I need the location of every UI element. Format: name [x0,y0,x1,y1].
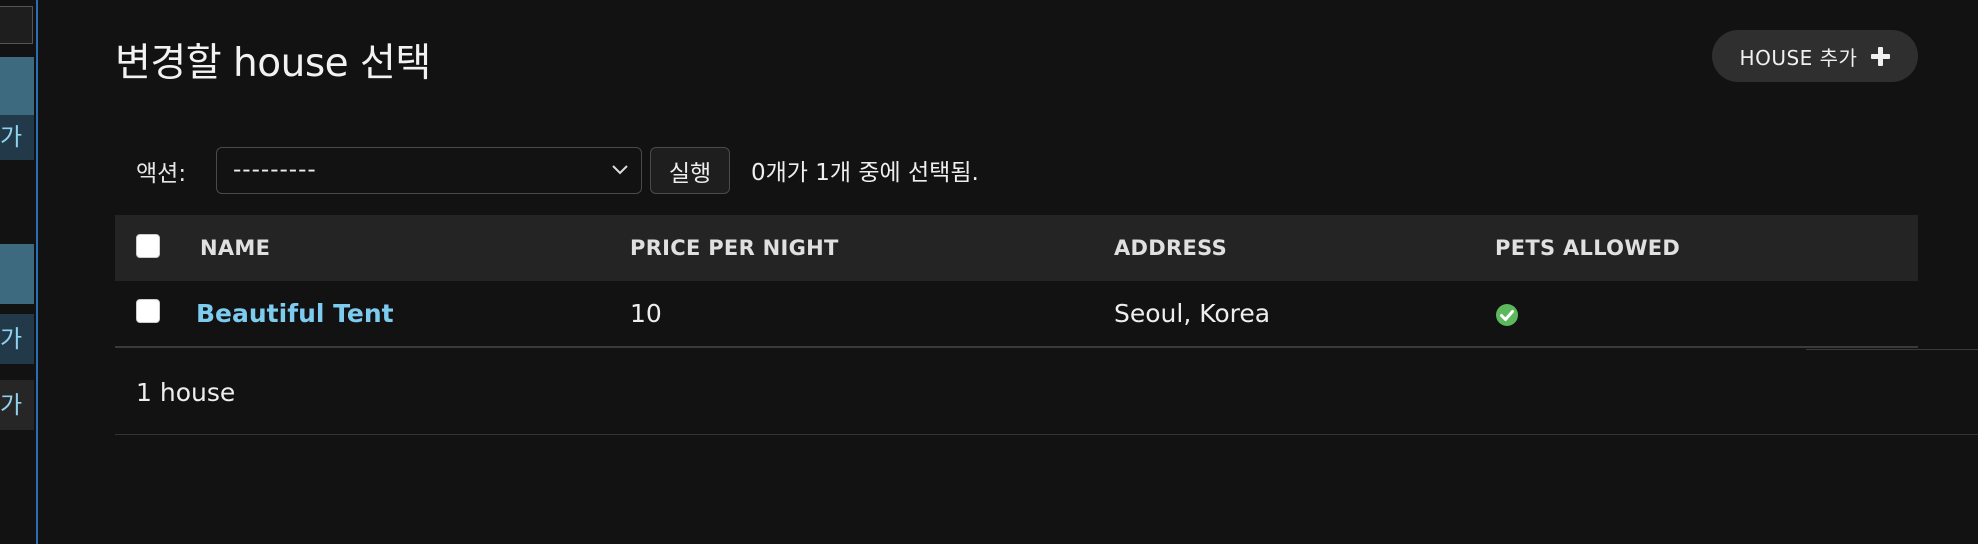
sidebar-filter-box[interactable] [0,6,33,44]
plus-icon [1871,46,1891,66]
select-all-cell [115,215,190,281]
column-header-price[interactable]: PRICE PER NIGHT [630,215,1114,281]
go-button-label: 실행 [668,160,712,187]
page-title: 변경할 house 선택 [115,41,431,86]
chevron-down-icon [612,165,628,175]
row-divider [1806,349,1978,350]
select-all-checkbox[interactable] [136,233,160,258]
action-select[interactable]: --------- [216,147,642,194]
address-cell: Seoul, Korea [1114,299,1271,328]
add-house-button[interactable]: HOUSE 추가 [1712,30,1918,82]
bottom-divider [115,434,1978,435]
sidebar-item-label: 가 [0,391,23,419]
sidebar-item-add-1[interactable]: 가 [0,115,34,160]
yes-icon [1496,304,1518,326]
sidebar-item-label: 가 [0,325,23,353]
selection-counter: 0개가 1개 중에 선택됨. [751,160,979,186]
column-header-address[interactable]: ADDRESS [1114,215,1495,281]
actions-label: 액션: [136,161,187,187]
sidebar-highlight-2 [0,244,34,304]
results-table: NAME PRICE PER NIGHT ADDRESS PETS ALLOWE… [115,215,1918,348]
sidebar: 가 가 가 [0,0,38,544]
sidebar-highlight [0,57,34,115]
name-cell: Beautiful Tent [190,281,630,347]
pets-allowed-cell [1495,281,1918,347]
table-row: Beautiful Tent 10 Seoul, Korea [115,281,1918,347]
sidebar-item-add-3[interactable]: 가 [0,380,34,430]
column-header-name[interactable]: NAME [190,215,630,281]
column-header-pets-allowed[interactable]: PETS ALLOWED [1495,215,1918,281]
row-checkbox[interactable] [136,298,160,323]
sidebar-item-add-2[interactable]: 가 [0,314,34,364]
table-header-row: NAME PRICE PER NIGHT ADDRESS PETS ALLOWE… [115,215,1918,281]
go-button[interactable]: 실행 [650,147,730,194]
paginator: 1 house [136,378,236,407]
sidebar-item-label: 가 [0,123,23,151]
action-select-value: --------- [233,157,317,183]
add-house-button-label: HOUSE 추가 [1739,45,1858,70]
row-select-cell [115,281,190,347]
house-name-link[interactable]: Beautiful Tent [196,299,394,328]
price-cell: 10 [630,299,662,328]
